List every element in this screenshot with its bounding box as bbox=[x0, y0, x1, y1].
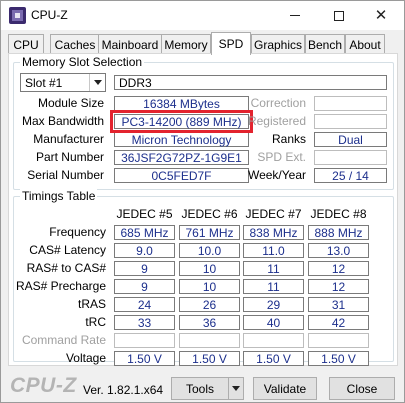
timings-cell: 9 bbox=[114, 261, 175, 276]
timings-cell: 11 bbox=[243, 279, 304, 294]
timings-column-header: JEDEC #8 bbox=[310, 207, 367, 221]
minimize-icon bbox=[290, 15, 300, 16]
close-icon: ✕ bbox=[374, 7, 388, 24]
maximize-button[interactable] bbox=[317, 1, 361, 30]
ranks-label: Ranks bbox=[271, 132, 306, 146]
cpuz-window: CPU-Z ✕ CPU Caches Mainboard Memory SPD … bbox=[0, 0, 405, 403]
max-bandwidth-label: Max Bandwidth bbox=[21, 114, 104, 128]
part-number-value: 36JSF2G72PZ-1G9E1 bbox=[114, 150, 249, 165]
timings-cell: 13.0 bbox=[308, 243, 369, 258]
part-number-label: Part Number bbox=[35, 150, 104, 164]
chevron-down-icon bbox=[232, 386, 240, 391]
timings-column-header: JEDEC #7 bbox=[245, 207, 302, 221]
timings-cell: 1.50 V bbox=[114, 351, 175, 366]
validate-button[interactable]: Validate bbox=[253, 377, 317, 400]
timings-cell bbox=[308, 333, 369, 348]
module-size-label: Module Size bbox=[37, 96, 104, 110]
tools-dropdown-button[interactable] bbox=[228, 377, 244, 400]
slot-select[interactable]: Slot #1 bbox=[20, 73, 106, 92]
timings-cell: 1.50 V bbox=[179, 351, 240, 366]
timings-cell: 10 bbox=[179, 279, 240, 294]
memory-type-field: DDR3 bbox=[114, 75, 387, 90]
timings-cell bbox=[114, 333, 175, 348]
timings-cell: 9 bbox=[114, 279, 175, 294]
timings-cell: 31 bbox=[308, 297, 369, 312]
timings-cell bbox=[179, 333, 240, 348]
registered-label: Registered bbox=[247, 114, 306, 128]
timings-cell: 12 bbox=[308, 279, 369, 294]
week-year-value: 25 / 14 bbox=[314, 168, 387, 183]
timings-cell: 11.0 bbox=[243, 243, 304, 258]
timings-row-label: RAS# Precharge bbox=[15, 279, 106, 293]
timings-cell: 10.0 bbox=[179, 243, 240, 258]
serial-number-label: Serial Number bbox=[27, 168, 104, 182]
chevron-down-icon[interactable] bbox=[89, 74, 105, 91]
timings-cell: 838 MHz bbox=[243, 225, 304, 240]
timings-legend: Timings Table bbox=[20, 189, 98, 203]
title-bar[interactable]: CPU-Z ✕ bbox=[1, 1, 404, 30]
cpuz-app-icon bbox=[9, 7, 26, 24]
timings-row-label: tRAS bbox=[77, 297, 106, 311]
manufacturer-label: Manufacturer bbox=[33, 132, 104, 146]
timings-row-label: Voltage bbox=[65, 351, 106, 365]
timings-column-header: JEDEC #5 bbox=[116, 207, 173, 221]
cpuz-logo: CPU-Z bbox=[10, 374, 77, 397]
close-button[interactable]: Close bbox=[329, 377, 395, 400]
timings-cell: 33 bbox=[114, 315, 175, 330]
spd-ext-value bbox=[314, 150, 387, 165]
window-title: CPU-Z bbox=[31, 8, 68, 22]
timings-cell: 685 MHz bbox=[114, 225, 175, 240]
spd-ext-label: SPD Ext. bbox=[257, 150, 306, 164]
timings-cell: 761 MHz bbox=[179, 225, 240, 240]
timings-column-header: JEDEC #6 bbox=[181, 207, 238, 221]
correction-value bbox=[314, 96, 387, 111]
tab-cpu[interactable]: CPU bbox=[8, 34, 44, 54]
registered-value bbox=[314, 114, 387, 129]
tab-spd[interactable]: SPD bbox=[211, 32, 251, 55]
serial-number-value: 0C5FED7F bbox=[114, 168, 249, 183]
timings-cell: 11 bbox=[243, 261, 304, 276]
tab-bench[interactable]: Bench bbox=[305, 34, 345, 54]
maximize-icon bbox=[334, 10, 344, 21]
tab-caches[interactable]: Caches bbox=[50, 34, 100, 54]
memory-slot-group: Memory Slot Selection Slot #1 DDR3 Modul… bbox=[13, 55, 394, 190]
tab-graphics[interactable]: Graphics bbox=[251, 34, 305, 54]
timings-row-label: Frequency bbox=[49, 225, 106, 239]
bandwidth-highlight bbox=[110, 110, 253, 133]
slot-select-value: Slot #1 bbox=[25, 76, 63, 90]
manufacturer-value: Micron Technology bbox=[114, 132, 249, 147]
timings-row-label: Command Rate bbox=[21, 333, 106, 347]
memory-slot-legend: Memory Slot Selection bbox=[20, 55, 145, 69]
minimize-button[interactable] bbox=[273, 1, 317, 30]
tab-about[interactable]: About bbox=[345, 34, 385, 54]
timings-cell: 888 MHz bbox=[308, 225, 369, 240]
timings-cell bbox=[243, 333, 304, 348]
timings-cell: 9.0 bbox=[114, 243, 175, 258]
timings-cell: 10 bbox=[179, 261, 240, 276]
tab-mainboard[interactable]: Mainboard bbox=[98, 34, 162, 54]
spd-panel: Memory Slot Selection Slot #1 DDR3 Modul… bbox=[8, 53, 398, 366]
timings-row-label: tRC bbox=[85, 315, 106, 329]
correction-label: Correction bbox=[250, 96, 306, 110]
timings-cell: 24 bbox=[114, 297, 175, 312]
timings-cell: 1.50 V bbox=[308, 351, 369, 366]
timings-cell: 36 bbox=[179, 315, 240, 330]
version-label: Ver. 1.82.1.x64 bbox=[83, 383, 164, 397]
week-year-label: Week/Year bbox=[247, 168, 306, 182]
close-window-button[interactable]: ✕ bbox=[359, 1, 403, 30]
tools-button[interactable]: Tools bbox=[171, 377, 229, 400]
timings-row-label: RAS# to CAS# bbox=[26, 261, 106, 275]
timings-row-label: CAS# Latency bbox=[29, 243, 106, 257]
timings-cell: 26 bbox=[179, 297, 240, 312]
timings-cell: 12 bbox=[308, 261, 369, 276]
ranks-value: Dual bbox=[314, 132, 387, 147]
timings-cell: 42 bbox=[308, 315, 369, 330]
timings-cell: 1.50 V bbox=[243, 351, 304, 366]
tab-memory[interactable]: Memory bbox=[161, 34, 211, 54]
timings-group: Timings Table JEDEC #5 JEDEC #6 JEDEC #7… bbox=[13, 189, 394, 366]
module-size-value: 16384 MBytes bbox=[114, 96, 249, 111]
timings-cell: 40 bbox=[243, 315, 304, 330]
timings-cell: 29 bbox=[243, 297, 304, 312]
